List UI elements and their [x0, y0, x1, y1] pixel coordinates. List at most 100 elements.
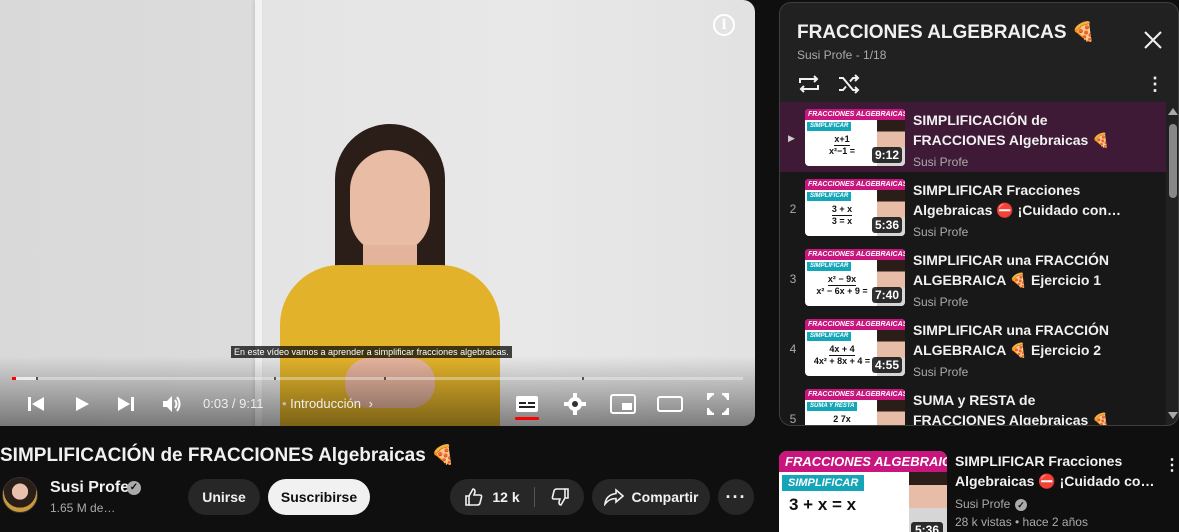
join-button[interactable]: Unirse: [188, 479, 260, 515]
progress-played: [12, 377, 16, 380]
playlist-item-index: 4: [789, 342, 797, 356]
thumbnail-label: SIMPLIFICAR: [807, 332, 852, 341]
thumbnail-banner: FRACCIONES ALGEBRAICAS: [805, 249, 905, 260]
info-icon[interactable]: i: [713, 14, 735, 36]
play-button[interactable]: [71, 392, 93, 416]
recommended-title[interactable]: SIMPLIFICAR Fracciones Algebraicas ⛔ ¡Cu…: [955, 451, 1155, 491]
thumbnail-formula: x² − 9x x² − 6x + 9 =: [811, 274, 873, 297]
next-button[interactable]: [115, 392, 137, 416]
thumbnail-label: SIMPLIFICAR: [782, 475, 865, 491]
playlist-item[interactable]: 2 FRACCIONES ALGEBRAICAS SIMPLIFICAR 3 +…: [780, 172, 1166, 242]
channel-name[interactable]: Susi Profe: [50, 479, 129, 497]
playlist-item-thumbnail[interactable]: FRACCIONES ALGEBRAICAS SIMPLIFICAR 4x + …: [805, 319, 905, 376]
thumbs-down-icon: [551, 488, 569, 506]
fullscreen-icon: [707, 393, 729, 415]
playlist-item-thumbnail[interactable]: FRACCIONES ALGEBRAICAS SUMA Y RESTA 2 7x: [805, 389, 905, 425]
formula-denominator: 4x² + 8x + 4 =: [813, 356, 871, 366]
playlist-item[interactable]: ▶ FRACCIONES ALGEBRAICAS SIMPLIFICAR x+1…: [780, 102, 1166, 172]
thumbs-up-icon: [465, 488, 483, 506]
formula-numerator: 3 + x: [831, 204, 853, 216]
subtitles-active-indicator: [515, 417, 539, 420]
playlist-item-channel: Susi Profe: [913, 365, 969, 379]
thumbnail-presenter: [877, 400, 905, 425]
play-icon: [76, 397, 89, 411]
playlist-item-title: SIMPLIFICAR una FRACCIÓN ALGEBRAICA 🍕 Ej…: [913, 252, 1109, 288]
formula-numerator: 2 7x: [833, 414, 851, 424]
recommended-title-line: SIMPLIFICAR Fracciones: [955, 453, 1123, 469]
thumbnail-label: SIMPLIFICAR: [807, 262, 852, 271]
chapter-separator: [384, 377, 386, 380]
time-display: 0:03 / 9:11: [203, 396, 264, 411]
loop-icon[interactable]: [797, 73, 821, 100]
like-count: 12 k: [492, 489, 520, 505]
subscribe-button[interactable]: Suscribirse: [268, 479, 370, 515]
like-dislike-group: 12 k: [450, 479, 584, 515]
thumbnail-label: SUMA Y RESTA: [807, 402, 858, 411]
thumbnail-label: SIMPLIFICAR: [807, 192, 852, 201]
playlist-item-index: 5: [789, 412, 797, 426]
recommended-menu-icon[interactable]: ⋮: [1164, 455, 1179, 475]
playlist-item-title: SIMPLIFICAR Fracciones Algebraicas ⛔ ¡Cu…: [913, 182, 1122, 218]
scroll-down-arrow-icon[interactable]: [1168, 412, 1178, 419]
thumbnail-banner: FRACCIONES ALGEBRAICAS: [805, 179, 905, 190]
playlist-item-channel: Susi Profe: [913, 295, 969, 309]
video-player[interactable]: i En este vídeo vamos a aprender a simpl…: [0, 0, 755, 426]
share-icon: [603, 488, 624, 506]
shuffle-icon[interactable]: [837, 73, 861, 100]
video-title: SIMPLIFICACIÓN de FRACCIONES Algebraicas…: [0, 445, 455, 466]
playlist-item-channel: Susi Profe: [913, 225, 969, 239]
playlist-item-index: 3: [789, 272, 797, 286]
chevron-right-icon: ›: [368, 396, 373, 411]
settings-icon: [564, 393, 586, 415]
playlist-item-thumbnail[interactable]: FRACCIONES ALGEBRAICAS SIMPLIFICAR 3 + x…: [805, 179, 905, 236]
previous-icon: [28, 397, 44, 411]
playlist-menu-icon[interactable]: ⋮: [1146, 73, 1164, 95]
playlist-subtitle: Susi Profe - 1/18: [797, 48, 887, 62]
settings-button[interactable]: [563, 392, 587, 416]
playlist-item-title: SIMPLIFICAR una FRACCIÓN ALGEBRAICA 🍕 Ej…: [913, 322, 1109, 358]
more-actions-button[interactable]: ···: [718, 479, 754, 515]
playlist-scrollbar[interactable]: [1167, 102, 1178, 425]
chapter-separator: [36, 377, 38, 380]
subtitles-button[interactable]: [515, 392, 539, 416]
thumbnail-formula: 3 + x 3 = x: [811, 204, 873, 227]
playlist-item[interactable]: 3 FRACCIONES ALGEBRAICAS SIMPLIFICAR x² …: [780, 242, 1166, 312]
previous-button[interactable]: [25, 392, 47, 416]
miniplayer-button[interactable]: [610, 392, 636, 416]
next-icon: [118, 397, 134, 411]
playlist-items: ▶ FRACCIONES ALGEBRAICAS SIMPLIFICAR x+1…: [780, 102, 1166, 426]
playlist-title[interactable]: FRACCIONES ALGEBRAICAS 🍕: [797, 20, 1095, 44]
subscriber-count: 1.65 M de…: [50, 501, 116, 515]
recommended-channel[interactable]: Susi Profe: [955, 497, 1010, 511]
scrollbar-thumb[interactable]: [1169, 124, 1177, 198]
share-label: Compartir: [631, 489, 699, 505]
playlist-item-thumbnail[interactable]: FRACCIONES ALGEBRAICAS SIMPLIFICAR x² − …: [805, 249, 905, 306]
theater-button[interactable]: [657, 392, 683, 416]
thumbnail-formula: 2 7x: [811, 414, 873, 425]
fullscreen-button[interactable]: [706, 392, 730, 416]
scroll-up-arrow-icon[interactable]: [1168, 108, 1178, 115]
playlist-item[interactable]: 5 FRACCIONES ALGEBRAICAS SUMA Y RESTA 2 …: [780, 382, 1166, 426]
playlist-item[interactable]: 4 FRACCIONES ALGEBRAICAS SIMPLIFICAR 4x …: [780, 312, 1166, 382]
channel-avatar[interactable]: [2, 477, 38, 513]
playlist-item-thumbnail[interactable]: FRACCIONES ALGEBRAICAS SIMPLIFICAR x+1 x…: [805, 109, 905, 166]
thumbnail-formula: x+1 x²−1 =: [811, 134, 873, 157]
theater-icon: [657, 396, 683, 412]
thumbnail-banner: FRACCIONES ALGEBRAICAS: [805, 319, 905, 330]
thumbnail-banner: FRACCIONES ALGEBRAICAS: [805, 389, 905, 400]
chapter-label: Introducción: [290, 396, 361, 411]
thumbnail-formula: 3 + x = x: [789, 495, 857, 514]
recommended-thumbnail[interactable]: FRACCIONES ALGEBRAICAS SIMPLIFICAR 3 + x…: [779, 451, 947, 532]
chapter-title[interactable]: • Introducción ›: [282, 396, 373, 411]
dislike-button[interactable]: [535, 479, 584, 515]
playlist-item-channel: Susi Profe: [913, 155, 969, 169]
close-icon[interactable]: [1142, 29, 1164, 51]
thumbnail-banner: FRACCIONES ALGEBRAICAS: [779, 451, 947, 472]
share-button[interactable]: Compartir: [592, 479, 710, 515]
verified-badge-icon: ✓: [127, 481, 141, 495]
formula-denominator: x² − 6x + 9 =: [816, 286, 868, 296]
thumbnail-banner: FRACCIONES ALGEBRAICAS: [805, 109, 905, 120]
volume-button[interactable]: [161, 392, 185, 416]
like-button[interactable]: 12 k: [450, 479, 534, 515]
progress-bar[interactable]: [12, 377, 743, 380]
